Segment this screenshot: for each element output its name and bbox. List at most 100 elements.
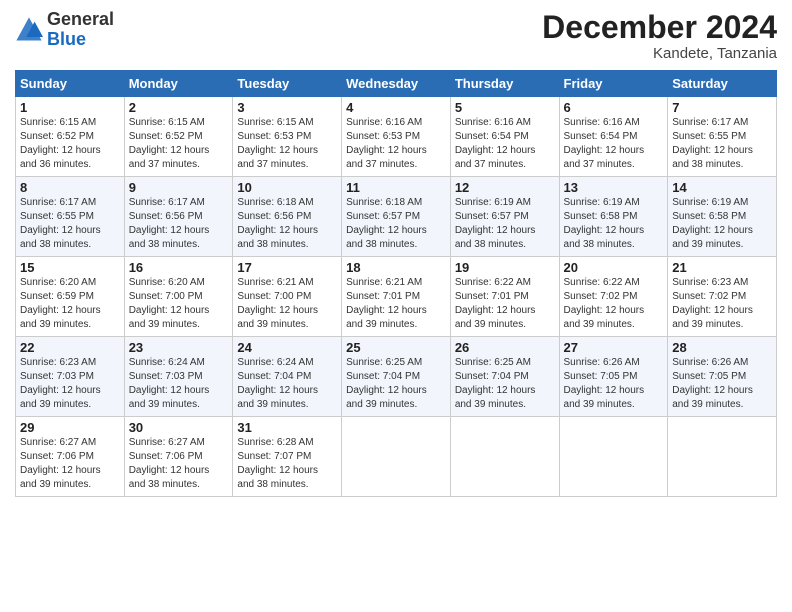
calendar-cell: 20 Sunrise: 6:22 AMSunset: 7:02 PMDaylig…: [559, 257, 668, 337]
day-info: Sunrise: 6:15 AMSunset: 6:52 PMDaylight:…: [20, 116, 120, 172]
day-info: Sunrise: 6:26 AMSunset: 7:05 PMDaylight:…: [564, 356, 664, 412]
col-sunday: Sunday: [16, 71, 125, 97]
day-info: Sunrise: 6:22 AMSunset: 7:01 PMDaylight:…: [455, 276, 555, 332]
day-number: 24: [237, 340, 337, 355]
calendar-table: Sunday Monday Tuesday Wednesday Thursday…: [15, 70, 777, 497]
calendar-cell: 8 Sunrise: 6:17 AMSunset: 6:55 PMDayligh…: [16, 177, 125, 257]
logo-blue: Blue: [47, 29, 86, 49]
calendar-cell: 1 Sunrise: 6:15 AMSunset: 6:52 PMDayligh…: [16, 97, 125, 177]
day-number: 14: [672, 180, 772, 195]
day-number: 26: [455, 340, 555, 355]
day-info: Sunrise: 6:16 AMSunset: 6:53 PMDaylight:…: [346, 116, 446, 172]
day-number: 20: [564, 260, 664, 275]
day-info: Sunrise: 6:23 AMSunset: 7:03 PMDaylight:…: [20, 356, 120, 412]
day-number: 9: [129, 180, 229, 195]
col-friday: Friday: [559, 71, 668, 97]
day-info: Sunrise: 6:22 AMSunset: 7:02 PMDaylight:…: [564, 276, 664, 332]
day-info: Sunrise: 6:23 AMSunset: 7:02 PMDaylight:…: [672, 276, 772, 332]
logo-general: General: [47, 9, 114, 29]
day-number: 1: [20, 100, 120, 115]
day-info: Sunrise: 6:16 AMSunset: 6:54 PMDaylight:…: [455, 116, 555, 172]
calendar-cell: 18 Sunrise: 6:21 AMSunset: 7:01 PMDaylig…: [342, 257, 451, 337]
header: General Blue December 2024 Kandete, Tanz…: [15, 10, 777, 62]
calendar-cell: 19 Sunrise: 6:22 AMSunset: 7:01 PMDaylig…: [450, 257, 559, 337]
day-number: 4: [346, 100, 446, 115]
calendar-cell: 17 Sunrise: 6:21 AMSunset: 7:00 PMDaylig…: [233, 257, 342, 337]
calendar-cell: 3 Sunrise: 6:15 AMSunset: 6:53 PMDayligh…: [233, 97, 342, 177]
logo-text: General Blue: [47, 10, 114, 50]
calendar-body: 1 Sunrise: 6:15 AMSunset: 6:52 PMDayligh…: [16, 97, 777, 497]
calendar-cell: 25 Sunrise: 6:25 AMSunset: 7:04 PMDaylig…: [342, 337, 451, 417]
day-number: 25: [346, 340, 446, 355]
day-info: Sunrise: 6:27 AMSunset: 7:06 PMDaylight:…: [20, 436, 120, 492]
day-info: Sunrise: 6:19 AMSunset: 6:58 PMDaylight:…: [564, 196, 664, 252]
calendar-row: 29 Sunrise: 6:27 AMSunset: 7:06 PMDaylig…: [16, 417, 777, 497]
calendar-cell: 28 Sunrise: 6:26 AMSunset: 7:05 PMDaylig…: [668, 337, 777, 417]
day-info: Sunrise: 6:17 AMSunset: 6:56 PMDaylight:…: [129, 196, 229, 252]
day-number: 23: [129, 340, 229, 355]
col-saturday: Saturday: [668, 71, 777, 97]
day-info: Sunrise: 6:24 AMSunset: 7:04 PMDaylight:…: [237, 356, 337, 412]
day-number: 7: [672, 100, 772, 115]
day-number: 12: [455, 180, 555, 195]
calendar-cell: 22 Sunrise: 6:23 AMSunset: 7:03 PMDaylig…: [16, 337, 125, 417]
calendar-cell: [342, 417, 451, 497]
day-info: Sunrise: 6:15 AMSunset: 6:52 PMDaylight:…: [129, 116, 229, 172]
col-monday: Monday: [124, 71, 233, 97]
day-number: 29: [20, 420, 120, 435]
title-section: December 2024 Kandete, Tanzania: [542, 10, 777, 62]
day-number: 10: [237, 180, 337, 195]
calendar-header-row: Sunday Monday Tuesday Wednesday Thursday…: [16, 71, 777, 97]
month-year: December 2024: [542, 10, 777, 45]
calendar-cell: 21 Sunrise: 6:23 AMSunset: 7:02 PMDaylig…: [668, 257, 777, 337]
calendar-cell: 13 Sunrise: 6:19 AMSunset: 6:58 PMDaylig…: [559, 177, 668, 257]
calendar-cell: 15 Sunrise: 6:20 AMSunset: 6:59 PMDaylig…: [16, 257, 125, 337]
day-number: 11: [346, 180, 446, 195]
day-info: Sunrise: 6:24 AMSunset: 7:03 PMDaylight:…: [129, 356, 229, 412]
day-info: Sunrise: 6:25 AMSunset: 7:04 PMDaylight:…: [455, 356, 555, 412]
calendar-cell: 14 Sunrise: 6:19 AMSunset: 6:58 PMDaylig…: [668, 177, 777, 257]
calendar-row: 8 Sunrise: 6:17 AMSunset: 6:55 PMDayligh…: [16, 177, 777, 257]
day-number: 2: [129, 100, 229, 115]
day-number: 28: [672, 340, 772, 355]
day-number: 16: [129, 260, 229, 275]
day-number: 31: [237, 420, 337, 435]
day-info: Sunrise: 6:26 AMSunset: 7:05 PMDaylight:…: [672, 356, 772, 412]
day-info: Sunrise: 6:18 AMSunset: 6:56 PMDaylight:…: [237, 196, 337, 252]
calendar-cell: 30 Sunrise: 6:27 AMSunset: 7:06 PMDaylig…: [124, 417, 233, 497]
day-number: 27: [564, 340, 664, 355]
day-info: Sunrise: 6:21 AMSunset: 7:00 PMDaylight:…: [237, 276, 337, 332]
calendar-cell: 10 Sunrise: 6:18 AMSunset: 6:56 PMDaylig…: [233, 177, 342, 257]
day-number: 18: [346, 260, 446, 275]
day-info: Sunrise: 6:27 AMSunset: 7:06 PMDaylight:…: [129, 436, 229, 492]
calendar-cell: 11 Sunrise: 6:18 AMSunset: 6:57 PMDaylig…: [342, 177, 451, 257]
col-tuesday: Tuesday: [233, 71, 342, 97]
day-info: Sunrise: 6:25 AMSunset: 7:04 PMDaylight:…: [346, 356, 446, 412]
calendar-cell: [668, 417, 777, 497]
day-info: Sunrise: 6:21 AMSunset: 7:01 PMDaylight:…: [346, 276, 446, 332]
calendar-cell: 24 Sunrise: 6:24 AMSunset: 7:04 PMDaylig…: [233, 337, 342, 417]
day-number: 30: [129, 420, 229, 435]
day-number: 22: [20, 340, 120, 355]
day-info: Sunrise: 6:20 AMSunset: 6:59 PMDaylight:…: [20, 276, 120, 332]
logo: General Blue: [15, 10, 114, 50]
calendar-cell: 6 Sunrise: 6:16 AMSunset: 6:54 PMDayligh…: [559, 97, 668, 177]
day-number: 21: [672, 260, 772, 275]
col-thursday: Thursday: [450, 71, 559, 97]
day-info: Sunrise: 6:28 AMSunset: 7:07 PMDaylight:…: [237, 436, 337, 492]
day-number: 15: [20, 260, 120, 275]
page: General Blue December 2024 Kandete, Tanz…: [0, 0, 792, 612]
day-number: 6: [564, 100, 664, 115]
calendar-cell: 4 Sunrise: 6:16 AMSunset: 6:53 PMDayligh…: [342, 97, 451, 177]
day-info: Sunrise: 6:17 AMSunset: 6:55 PMDaylight:…: [672, 116, 772, 172]
calendar-cell: 27 Sunrise: 6:26 AMSunset: 7:05 PMDaylig…: [559, 337, 668, 417]
day-info: Sunrise: 6:19 AMSunset: 6:58 PMDaylight:…: [672, 196, 772, 252]
col-wednesday: Wednesday: [342, 71, 451, 97]
calendar-row: 1 Sunrise: 6:15 AMSunset: 6:52 PMDayligh…: [16, 97, 777, 177]
calendar-cell: 23 Sunrise: 6:24 AMSunset: 7:03 PMDaylig…: [124, 337, 233, 417]
day-number: 8: [20, 180, 120, 195]
calendar-cell: 7 Sunrise: 6:17 AMSunset: 6:55 PMDayligh…: [668, 97, 777, 177]
calendar-cell: [450, 417, 559, 497]
logo-icon: [15, 16, 43, 44]
day-info: Sunrise: 6:20 AMSunset: 7:00 PMDaylight:…: [129, 276, 229, 332]
